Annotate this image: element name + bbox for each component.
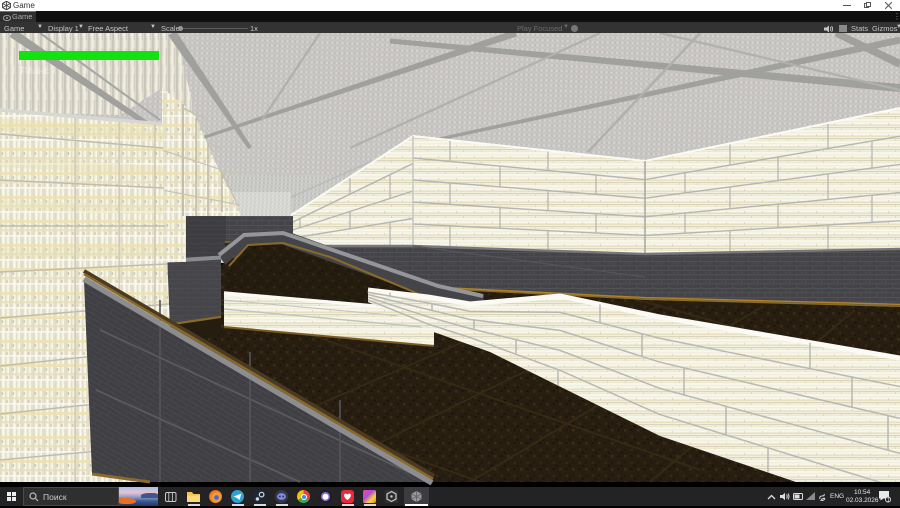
svg-text:1: 1 <box>887 498 890 503</box>
